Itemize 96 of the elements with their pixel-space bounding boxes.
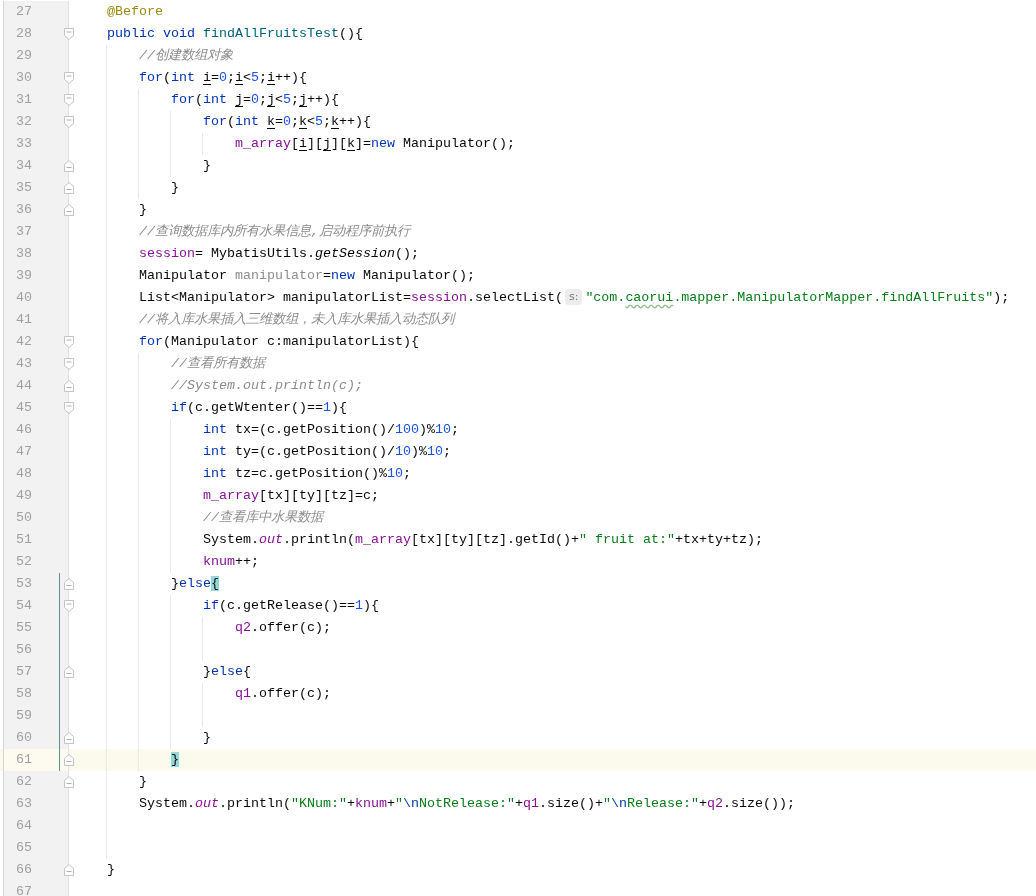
code-line: //查看所有数据: [171, 355, 265, 373]
fold-end-icon[interactable]: [63, 731, 75, 745]
code-line: //将入库水果插入三维数组，未入库水果插入动态队列: [139, 311, 454, 329]
fold-end-icon[interactable]: [63, 863, 75, 877]
line-number: 62: [3, 771, 69, 793]
line-number: 46: [3, 419, 69, 441]
fold-icon[interactable]: [63, 599, 75, 613]
code-line: @Before: [107, 3, 163, 21]
code-line: q1.offer(c);: [235, 685, 331, 703]
code-line: }: [171, 179, 179, 197]
code-line: int ty=(c.getPosition()/10)%10;: [203, 443, 451, 461]
fold-end-icon[interactable]: [63, 379, 75, 393]
line-number: 38: [3, 243, 69, 265]
line-number: 41: [3, 309, 69, 331]
line-number: 65: [3, 837, 69, 859]
line-number: 57: [3, 661, 69, 683]
fold-icon[interactable]: [63, 357, 75, 371]
fold-end-icon[interactable]: [63, 203, 75, 217]
line-number: 50: [3, 507, 69, 529]
fold-end-icon[interactable]: [63, 577, 75, 591]
code-line: }: [203, 157, 211, 175]
code-line: public void findAllFruitsTest(){: [107, 25, 363, 43]
line-number: 29: [3, 45, 69, 67]
code-line: //创建数组对象: [139, 47, 233, 65]
line-number: 53: [3, 573, 69, 595]
line-number: 36: [3, 199, 69, 221]
code-line: for(int k=0;k<5;k++){: [203, 113, 371, 131]
line-number: 32: [3, 111, 69, 133]
line-number: 51: [3, 529, 69, 551]
code-text: List<Manipulator> manipulatorList=session.selectList(: [139, 290, 563, 305]
code-line: session= MybatisUtils.getSession();: [139, 245, 419, 263]
line-number: 27: [3, 1, 69, 23]
line-number: 40: [3, 287, 69, 309]
code-line: for(Manipulator c:manipulatorList){: [139, 333, 419, 351]
code-line: m_array[i][j][k]=new Manipulator();: [235, 135, 515, 153]
line-number: 37: [3, 221, 69, 243]
code-line: }: [203, 729, 211, 747]
code-line: //System.out.println(c);: [171, 377, 363, 395]
fold-icon[interactable]: [63, 335, 75, 349]
line-number: 28: [3, 23, 69, 45]
code-line: System.out.println("KNum:"+knum+"\nNotRelease:"+q1.size()+"\nRelease:"+q2.size());: [139, 795, 795, 813]
line-number: 48: [3, 463, 69, 485]
line-number: 67: [3, 881, 69, 896]
code-line: int tz=c.getPosition()%10;: [203, 465, 411, 483]
fold-icon[interactable]: [63, 93, 75, 107]
line-number: 60: [3, 727, 69, 749]
fold-end-icon[interactable]: [63, 775, 75, 789]
line-number: 39: [3, 265, 69, 287]
fold-icon[interactable]: [63, 71, 75, 85]
line-number: 49: [3, 485, 69, 507]
line-number: 47: [3, 441, 69, 463]
line-number: 42: [3, 331, 69, 353]
line-number: 44: [3, 375, 69, 397]
code-line: }else{: [203, 663, 251, 681]
code-line: if(c.getRelease()==1){: [203, 597, 379, 615]
fold-end-icon[interactable]: [63, 753, 75, 767]
line-number: 31: [3, 89, 69, 111]
line-number: 45: [3, 397, 69, 419]
line-number: 66: [3, 859, 69, 881]
code-line: if(c.getWtenter()==1){: [171, 399, 347, 417]
line-number: 63: [3, 793, 69, 815]
fold-icon[interactable]: [63, 27, 75, 41]
line-number: 30: [3, 67, 69, 89]
code-line: }: [139, 773, 147, 791]
code-line: for(int j=0;j<5;j++){: [171, 91, 339, 109]
code-line: }: [139, 201, 147, 219]
code-line: for(int i=0;i<5;i++){: [139, 69, 307, 87]
line-number: 43: [3, 353, 69, 375]
code-line: //查看库中水果数据: [203, 509, 323, 527]
parameter-hint: s:: [564, 289, 583, 305]
code-line: m_array[tx][ty][tz]=c;: [203, 487, 379, 505]
line-number: 54: [3, 595, 69, 617]
line-number: 34: [3, 155, 69, 177]
line-number: 55: [3, 617, 69, 639]
code-line: }: [107, 861, 115, 879]
line-number: 56: [3, 639, 69, 661]
line-number: 58: [3, 683, 69, 705]
code-line: int tx=(c.getPosition()/100)%10;: [203, 421, 459, 439]
code-line: //查询数据库内所有水果信息,启动程序前执行: [139, 223, 410, 241]
code-text: "com.caorui.mapper.ManipulatorMapper.findAllFruits");: [585, 290, 1010, 305]
line-number: 35: [3, 177, 69, 199]
code-line: q2.offer(c);: [235, 619, 331, 637]
line-number: 61: [3, 749, 69, 771]
fold-icon[interactable]: [63, 115, 75, 129]
fold-icon[interactable]: [63, 401, 75, 415]
code-line: knum++;: [203, 553, 259, 571]
code-line: System.out.println(m_array[tx][ty][tz].getId()+" fruit at:"+tx+ty+tz);: [203, 531, 763, 549]
fold-end-icon[interactable]: [63, 159, 75, 173]
line-number: 33: [3, 133, 69, 155]
line-number: 64: [3, 815, 69, 837]
line-number: 59: [3, 705, 69, 727]
line-number: 52: [3, 551, 69, 573]
code-line: Manipulator manipulator=new Manipulator();: [139, 267, 475, 285]
fold-end-icon[interactable]: [63, 181, 75, 195]
fold-end-icon[interactable]: [63, 665, 75, 679]
code-line: }else{: [171, 575, 219, 593]
